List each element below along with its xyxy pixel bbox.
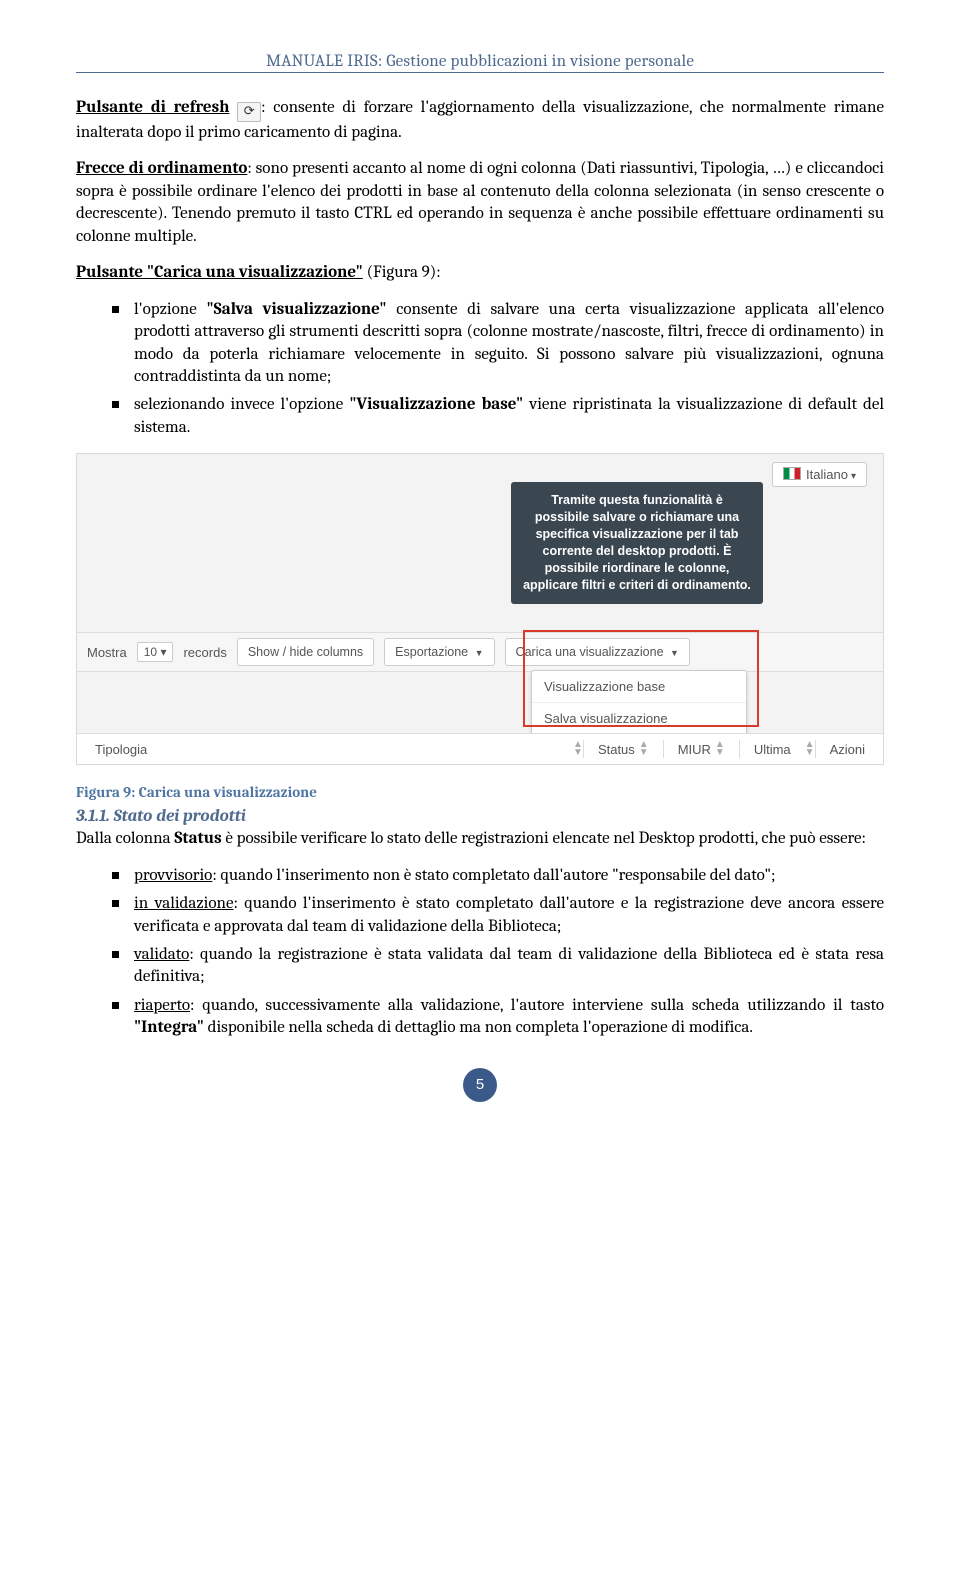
label-frecce: Frecce di ordinamento — [76, 159, 247, 178]
text: l'opzione — [134, 300, 206, 319]
load-view-dropdown: Visualizzazione base Salva visualizzazio… — [531, 670, 747, 735]
language-selector[interactable]: Italiano▾ — [772, 462, 867, 487]
screenshot-carica-visual: Italiano▾ Tramite questa funzionalità è … — [76, 453, 884, 765]
chevron-down-icon: ▼ — [670, 648, 679, 658]
th-azioni: Azioni — [816, 742, 879, 757]
th-tipologia[interactable]: Tipologia — [81, 742, 161, 757]
text: : quando l'inserimento è stato completat… — [134, 894, 884, 935]
list-item: selezionando invece l'opzione "Visualizz… — [112, 394, 884, 439]
tooltip: Tramite questa funzionalità è possibile … — [511, 482, 763, 603]
th-label: MIUR — [678, 742, 711, 757]
bullet-list-stati: provvisorio: quando l'inserimento non è … — [76, 865, 884, 1040]
chevron-down-icon: ▾ — [851, 471, 856, 482]
text: selezionando invece l'opzione — [134, 395, 349, 414]
menu-item-salva-visualizzazione[interactable]: Salva visualizzazione — [532, 703, 746, 734]
sort-icon[interactable]: ▲▼ — [805, 741, 815, 757]
list-item: validato: quando la registrazione è stat… — [112, 944, 884, 989]
btn-label: Esportazione — [395, 645, 468, 659]
strong: Status — [174, 829, 221, 848]
page-size-select[interactable]: 10 ▾ — [137, 642, 174, 662]
label-carica-visual: Pulsante "Carica una visualizzazione" — [76, 263, 363, 282]
text: Dalla colonna — [76, 829, 174, 848]
label-records: records — [183, 645, 226, 660]
page-number: 5 — [463, 1068, 497, 1102]
strong: "Visualizzazione base" — [349, 395, 523, 414]
th-ultima-modifica[interactable]: Ultima — [740, 743, 805, 756]
chevron-down-icon: ▾ — [160, 645, 166, 659]
select-value: 10 — [144, 645, 157, 659]
th-miur[interactable]: MIUR ▲▼ — [664, 741, 739, 757]
flag-it-icon — [783, 467, 801, 480]
text: : quando la registrazione è stata valida… — [134, 945, 884, 986]
figure-9: Italiano▾ Tramite questa funzionalità è … — [76, 453, 884, 765]
text: è possibile verificare lo stato delle re… — [222, 829, 866, 848]
list-item: provvisorio: quando l'inserimento non è … — [112, 865, 884, 887]
label-riaperto: riaperto — [134, 996, 190, 1015]
sort-icon[interactable]: ▲▼ — [573, 741, 583, 757]
sort-icon: ▲▼ — [715, 741, 725, 757]
list-item: in validazione: quando l'inserimento è s… — [112, 893, 884, 938]
label-pulsante-refresh: Pulsante di refresh — [76, 98, 229, 117]
table-header-row: Tipologia ▲▼ Status ▲▼ MIUR ▲▼ Ultima ▲▼ A… — [77, 733, 883, 764]
th-label: Azioni — [830, 742, 865, 757]
paragraph-carica-visual: Pulsante "Carica una visualizzazione" (F… — [76, 262, 884, 284]
label-mostra: Mostra — [87, 645, 127, 660]
load-view-button[interactable]: Carica una visualizzazione ▼ — [505, 638, 690, 666]
text: disponibile nella scheda di dettaglio ma… — [204, 1018, 753, 1037]
paragraph-frecce: Frecce di ordinamento: sono presenti acc… — [76, 158, 884, 248]
strong: "Integra" — [134, 1018, 204, 1037]
th-label: Status — [598, 742, 635, 757]
list-item: l'opzione "Salva visualizzazione" consen… — [112, 299, 884, 389]
text: : quando l'inserimento non è stato compl… — [212, 866, 775, 885]
label-in-validazione: in validazione — [134, 894, 234, 913]
th-label: Tipologia — [95, 742, 147, 757]
bullet-list-salva-visual: l'opzione "Salva visualizzazione" consen… — [76, 299, 884, 440]
label-provvisorio: provvisorio — [134, 866, 212, 885]
refresh-icon: ⟳ — [237, 102, 261, 122]
text: (Figura 9): — [363, 263, 441, 282]
chevron-down-icon: ▼ — [475, 648, 484, 658]
section-heading-311: 3.1.1. Stato dei prodotti — [76, 807, 884, 826]
text: : quando, successivamente alla validazio… — [190, 996, 884, 1015]
menu-item-visualizzazione-base[interactable]: Visualizzazione base — [532, 671, 746, 703]
th-status[interactable]: Status ▲▼ — [584, 741, 663, 757]
strong: "Salva visualizzazione" — [206, 300, 386, 319]
table-toolbar: Mostra 10 ▾ records Show / hide columns … — [77, 632, 883, 672]
label-validato: validato — [134, 945, 189, 964]
sort-icon: ▲▼ — [639, 741, 649, 757]
show-hide-columns-button[interactable]: Show / hide columns — [237, 638, 374, 666]
lang-label: Italiano — [806, 467, 848, 482]
paragraph-refresh: Pulsante di refresh ⟳: consente di forza… — [76, 97, 884, 144]
export-button[interactable]: Esportazione ▼ — [384, 638, 494, 666]
paragraph-status-intro: Dalla colonna Status è possibile verific… — [76, 828, 884, 850]
page-header: MANUALE IRIS: Gestione pubblicazioni in … — [76, 52, 884, 73]
btn-label: Carica una visualizzazione — [516, 645, 664, 659]
figure-caption: Figura 9: Carica una visualizzazione — [76, 783, 884, 801]
th-label: Ultima — [754, 743, 791, 756]
list-item: riaperto: quando, successivamente alla v… — [112, 995, 884, 1040]
